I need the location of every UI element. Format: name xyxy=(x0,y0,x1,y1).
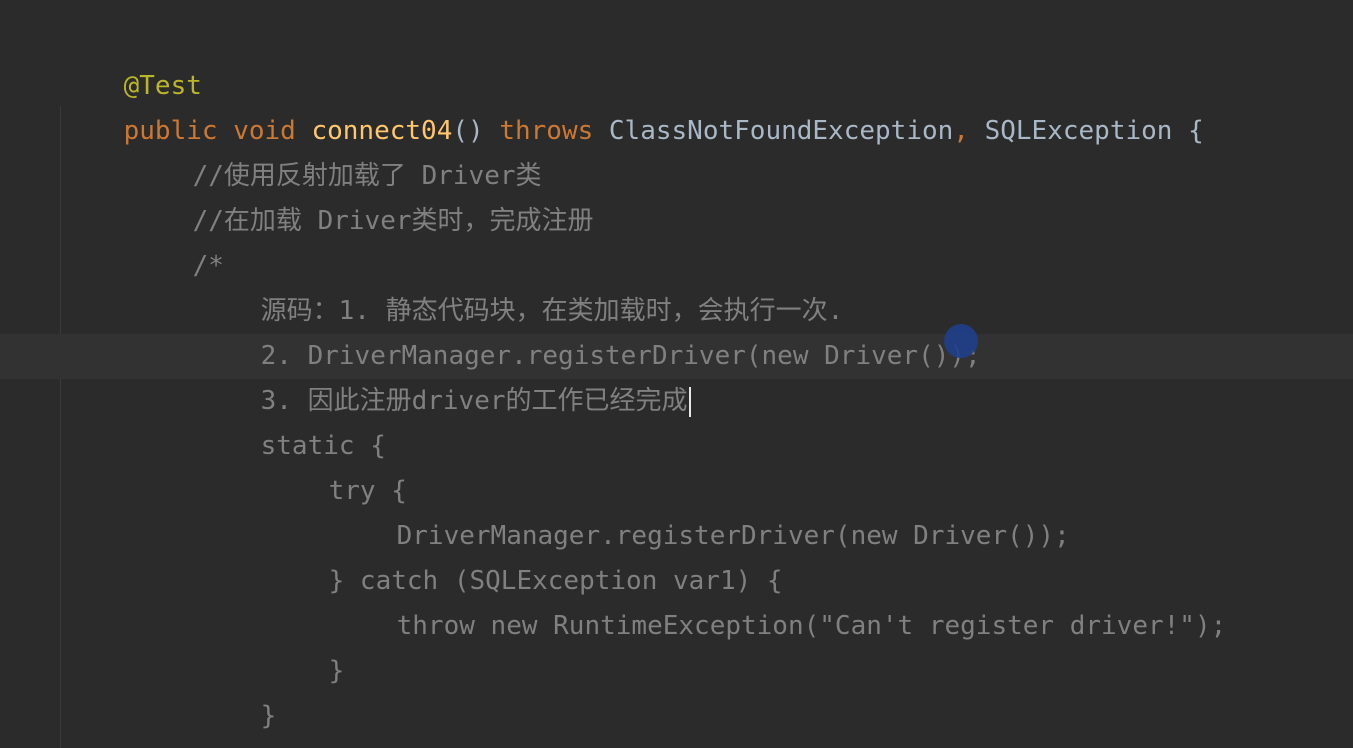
indent-guide xyxy=(60,106,61,748)
code-line[interactable]: /* xyxy=(130,199,224,281)
code-line[interactable]: //使用反射加载了 Driver类 xyxy=(130,109,542,191)
code-line[interactable]: } xyxy=(198,649,277,731)
code-line[interactable]: DriverManager.registerDriver(new Driver(… xyxy=(334,469,1070,551)
mouse-pointer-indicator xyxy=(944,324,978,358)
code-line[interactable]: static { xyxy=(198,379,386,461)
code-line-current[interactable]: 3. 因此注册driver的工作已经完成 xyxy=(198,334,691,417)
type-token: SQLException { xyxy=(984,116,1204,146)
code-line[interactable]: 源码：1. 静态代码块，在类加载时，会执行一次. xyxy=(198,244,844,326)
code-line[interactable]: try { xyxy=(266,424,407,506)
text-caret xyxy=(688,386,691,417)
code-line[interactable]: } catch (SQLException var1) { xyxy=(266,514,783,596)
comment-token: } xyxy=(328,656,345,686)
code-line[interactable]: */ xyxy=(146,694,240,748)
separator-token: , xyxy=(953,116,985,146)
code-line[interactable]: @Test xyxy=(61,19,202,101)
comment-token: //在加载 Driver类时，完成注册 xyxy=(192,206,594,236)
code-line[interactable]: public void connect04() throws ClassNotF… xyxy=(61,64,1204,146)
code-line[interactable]: 2. DriverManager.registerDriver(new Driv… xyxy=(198,289,981,371)
code-line[interactable]: //在加载 Driver类时，完成注册 xyxy=(130,154,594,236)
type-token: ClassNotFoundException xyxy=(608,116,954,146)
code-editor[interactable]: @Test public void connect04() throws Cla… xyxy=(0,0,1353,748)
code-line[interactable]: } xyxy=(266,604,345,686)
code-line[interactable]: throw new RuntimeException("Can't regist… xyxy=(334,559,1227,641)
comment-token: throw new RuntimeException("Can't regist… xyxy=(396,611,1227,641)
comment-token: } xyxy=(260,701,277,731)
